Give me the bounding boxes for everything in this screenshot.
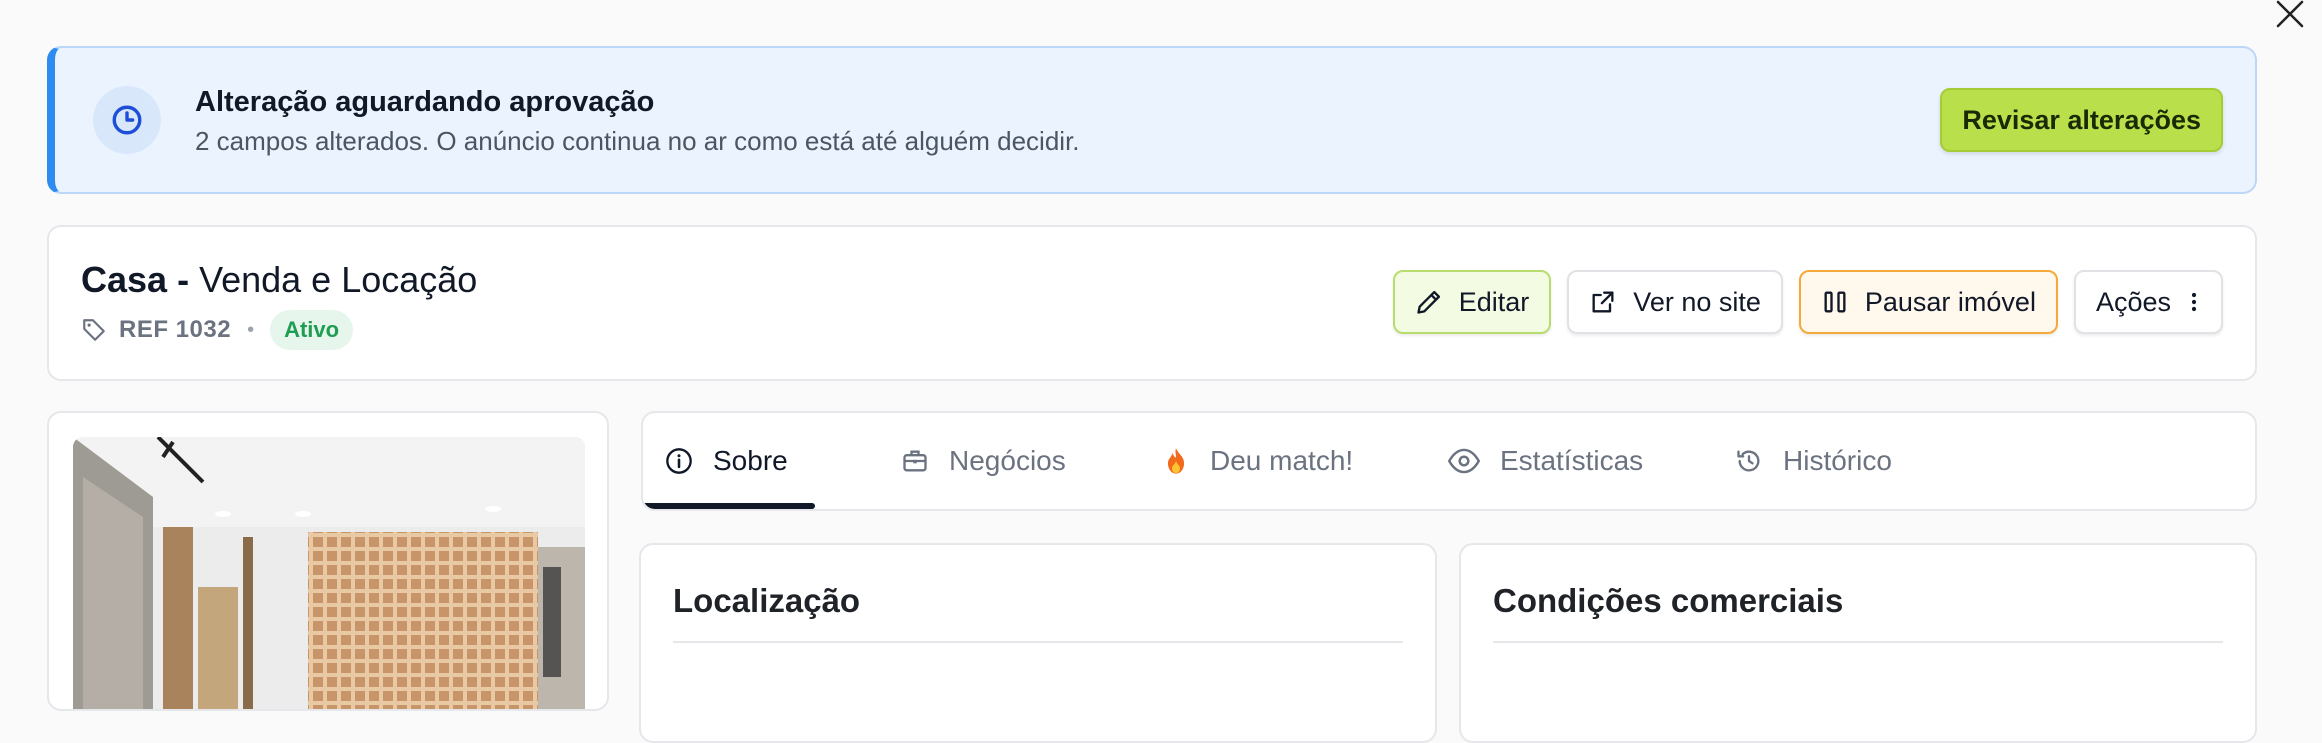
tab-label: Estatísticas <box>1500 445 1644 476</box>
close-button[interactable] <box>2272 0 2306 30</box>
close-icon <box>2276 0 2304 28</box>
tag-icon <box>83 319 105 341</box>
edit-button[interactable]: Editar <box>1392 270 1552 334</box>
pause-label: Pausar imóvel <box>1864 286 2036 317</box>
review-changes-button[interactable]: Revisar alterações <box>1940 88 2223 152</box>
edit-label: Editar <box>1458 286 1530 317</box>
clock-icon <box>93 86 161 154</box>
property-photo[interactable] <box>73 437 585 709</box>
tab-label: Deu match! <box>1210 445 1354 476</box>
property-ref: REF 1032 <box>119 316 232 343</box>
approval-banner: Alteração aguardando aprovação 2 campos … <box>47 46 2257 194</box>
external-link-icon <box>1592 291 1614 313</box>
property-transaction-type: Venda e Locação <box>199 259 478 300</box>
tabs-bar: Sobre Negócios Deu match! Estatísticas H… <box>641 411 2257 511</box>
section-divider <box>1493 641 2223 643</box>
property-actions: Editar Ver no site Pausar imóvel Ações <box>1392 270 2223 334</box>
active-tab-indicator <box>643 503 815 509</box>
history-icon <box>1737 450 1760 472</box>
eye-icon <box>1448 448 1480 474</box>
property-title: Casa - Venda e Locação <box>81 259 477 301</box>
banner-title: Alteração aguardando aprovação <box>195 86 655 118</box>
fire-icon <box>1167 448 1185 474</box>
property-photo-card <box>47 411 609 711</box>
tab-negocios[interactable]: Negócios <box>879 413 1088 509</box>
location-title: Localização <box>673 582 861 619</box>
property-header: Casa - Venda e Locação REF 1032 • Ativo … <box>47 225 2257 381</box>
property-kind: Casa <box>81 259 168 300</box>
tab-label: Histórico <box>1783 445 1892 476</box>
info-icon <box>666 448 692 474</box>
tab-historico[interactable]: Histórico <box>1713 413 1914 509</box>
tab-deu-match[interactable]: Deu match! <box>1140 413 1375 509</box>
tab-sobre[interactable]: Sobre <box>643 413 810 509</box>
tab-label: Negócios <box>949 445 1066 476</box>
briefcase-icon <box>903 450 927 472</box>
view-on-site-button[interactable]: Ver no site <box>1567 270 1783 334</box>
location-section: Localização <box>639 543 1437 743</box>
title-separator: - <box>167 259 200 300</box>
actions-menu-button[interactable]: Ações <box>2073 270 2223 334</box>
banner-subtitle: 2 campos alterados. O anúncio continua n… <box>195 126 1080 156</box>
view-on-site-label: Ver no site <box>1633 286 1761 317</box>
meta-separator: • <box>247 318 255 341</box>
status-badge: Ativo <box>270 310 354 350</box>
commercial-conditions-title: Condições comerciais <box>1493 582 1844 619</box>
section-divider <box>673 641 1403 643</box>
pencil-icon <box>1417 290 1440 314</box>
tab-label: Sobre <box>713 445 788 476</box>
property-meta: REF 1032 • Ativo <box>81 310 354 350</box>
pause-icon <box>1824 291 1846 313</box>
pause-property-button[interactable]: Pausar imóvel <box>1798 270 2058 334</box>
tab-estatisticas[interactable]: Estatísticas <box>1426 413 1665 509</box>
more-vertical-icon <box>2191 292 2197 312</box>
actions-label: Ações <box>2095 286 2171 317</box>
commercial-conditions-section: Condições comerciais <box>1459 543 2257 743</box>
